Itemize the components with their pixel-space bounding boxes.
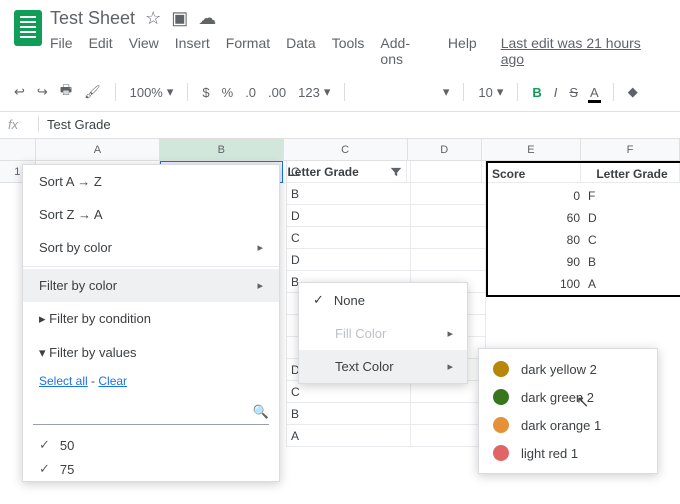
filter-color-none[interactable]: ✓None xyxy=(299,283,467,317)
filter-by-color[interactable]: Filter by color▸ xyxy=(23,269,279,302)
cell-c[interactable]: A xyxy=(286,425,411,447)
check-icon: ✓ xyxy=(313,292,324,308)
cell-c[interactable]: C xyxy=(286,161,411,183)
color-swatch-icon xyxy=(493,361,509,377)
filter-search[interactable]: 🔍 xyxy=(33,400,269,425)
sheets-logo xyxy=(14,10,42,46)
color-option[interactable]: dark yellow 2 xyxy=(479,355,657,383)
clear-link[interactable]: Clear xyxy=(98,374,127,388)
menu-tools[interactable]: Tools xyxy=(332,35,365,67)
formula-bar-value[interactable]: Test Grade xyxy=(47,117,111,132)
col-head-a[interactable]: A xyxy=(36,139,160,161)
font-size[interactable]: 10▾ xyxy=(478,84,503,100)
sort-by-color[interactable]: Sort by color▸ xyxy=(23,231,279,264)
cell-c[interactable]: C xyxy=(286,381,411,403)
toolbar: ↩ ↪ 🖶 🖌 100%▾ $ % .0 .00 123▾ ▾ 10▾ B I … xyxy=(0,73,680,112)
lookup-table: ScoreLetter Grade 0F 60D 80C 90B 100A xyxy=(486,161,680,297)
search-icon: 🔍 xyxy=(253,404,269,420)
font-select[interactable]: ▾ xyxy=(359,84,449,100)
menu-edit[interactable]: Edit xyxy=(89,35,113,67)
check-icon: ✓ xyxy=(39,461,50,477)
color-option[interactable]: light red 1 xyxy=(479,439,657,467)
filter-text-color[interactable]: Text Color▸ xyxy=(299,350,467,383)
menu-format[interactable]: Format xyxy=(226,35,270,67)
cloud-icon[interactable]: ☁ xyxy=(198,8,216,29)
check-icon: ✓ xyxy=(39,437,50,453)
filter-by-values[interactable]: ▾ Filter by values xyxy=(23,336,279,370)
color-option[interactable]: dark green 2 xyxy=(479,383,657,411)
undo-icon[interactable]: ↩ xyxy=(14,84,25,100)
filter-value[interactable]: ✓50 xyxy=(23,433,279,457)
bold-button[interactable]: B xyxy=(532,85,541,100)
sort-za[interactable]: Sort Z → A xyxy=(23,198,279,231)
color-option[interactable]: dark orange 1 xyxy=(479,411,657,439)
redo-icon[interactable]: ↪ xyxy=(37,84,48,100)
last-edit-link[interactable]: Last edit was 21 hours ago xyxy=(501,35,666,67)
select-all-link[interactable]: Select all xyxy=(39,374,88,388)
filter-search-input[interactable] xyxy=(33,405,253,420)
filter-dropdown: Sort A → Z Sort Z → A Sort by color▸ Fil… xyxy=(22,164,280,482)
text-color-submenu: dark yellow 2 dark green 2 dark orange 1… xyxy=(478,348,658,474)
color-swatch-icon xyxy=(493,389,509,405)
fx-icon: fx xyxy=(8,117,30,132)
menubar: File Edit View Insert Format Data Tools … xyxy=(50,35,666,67)
color-swatch-icon xyxy=(493,445,509,461)
chevron-right-icon: ▸ xyxy=(447,327,453,340)
filter-fill-color: Fill Color▸ xyxy=(299,317,467,350)
format-percent[interactable]: % xyxy=(222,85,234,100)
print-icon[interactable]: 🖶 xyxy=(60,81,72,103)
italic-button[interactable]: I xyxy=(554,85,558,100)
increase-decimal[interactable]: .00 xyxy=(268,85,286,100)
menu-insert[interactable]: Insert xyxy=(175,35,210,67)
menu-help[interactable]: Help xyxy=(448,35,477,67)
paint-format-icon[interactable]: 🖌 xyxy=(84,84,101,100)
col-head-d[interactable]: D xyxy=(408,139,482,161)
format-currency[interactable]: $ xyxy=(202,85,209,100)
menu-file[interactable]: File xyxy=(50,35,73,67)
cell-c[interactable]: B xyxy=(286,403,411,425)
cell-c[interactable]: C xyxy=(286,227,411,249)
chevron-right-icon: ▸ xyxy=(447,360,453,373)
strike-button[interactable]: S xyxy=(569,85,578,100)
menu-data[interactable]: Data xyxy=(286,35,316,67)
col-head-e[interactable]: E xyxy=(482,139,581,161)
filter-color-submenu: ✓None Fill Color▸ Text Color▸ xyxy=(298,282,468,384)
cell-c[interactable]: D xyxy=(286,249,411,271)
star-icon[interactable]: ☆ xyxy=(145,8,161,29)
fill-color-button[interactable]: ◆ xyxy=(628,84,638,100)
decrease-decimal[interactable]: .0 xyxy=(245,85,256,100)
cell-c[interactable]: D xyxy=(286,205,411,227)
cell-c[interactable]: B xyxy=(286,183,411,205)
cursor-icon: ↖ xyxy=(576,392,589,412)
menu-addons[interactable]: Add-ons xyxy=(380,35,432,67)
chevron-right-icon: ▸ xyxy=(257,241,263,254)
col-head-b[interactable]: B xyxy=(160,139,284,161)
move-icon[interactable]: ▣ xyxy=(171,8,188,29)
col-head-f[interactable]: F xyxy=(581,139,680,161)
more-formats[interactable]: 123▾ xyxy=(298,84,330,100)
col-head-c[interactable]: C xyxy=(284,139,408,161)
text-color-button[interactable]: A xyxy=(590,85,599,100)
color-swatch-icon xyxy=(493,417,509,433)
filter-by-condition[interactable]: ▸ Filter by condition xyxy=(23,302,279,336)
menu-view[interactable]: View xyxy=(129,35,159,67)
filter-value[interactable]: ✓75 xyxy=(23,457,279,481)
chevron-right-icon: ▸ xyxy=(257,279,263,292)
sort-az[interactable]: Sort A → Z xyxy=(23,165,279,198)
zoom-select[interactable]: 100%▾ xyxy=(130,84,174,100)
doc-name[interactable]: Test Sheet xyxy=(50,8,135,29)
